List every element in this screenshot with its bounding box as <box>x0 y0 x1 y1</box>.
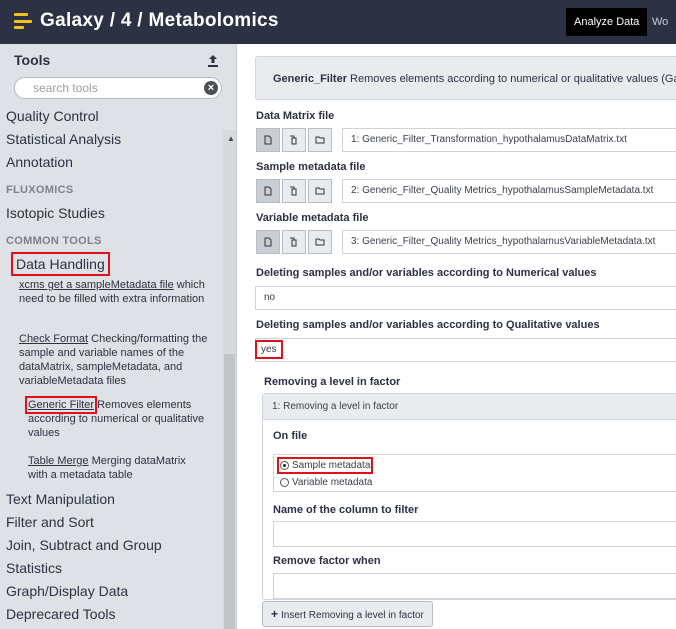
section-data-handling[interactable]: Data Handling <box>11 252 110 276</box>
multiple-datasets-button[interactable] <box>282 128 306 152</box>
tool-item[interactable]: Table Merge Merging dataMatrix with a me… <box>28 454 208 482</box>
multiple-datasets-button[interactable] <box>282 179 306 203</box>
files-icon <box>290 135 297 145</box>
insert-repeat-label: Insert Removing a level in factor <box>281 610 424 621</box>
tool-search[interactable]: × <box>14 77 222 99</box>
single-dataset-button[interactable] <box>256 128 280 152</box>
data-matrix-select[interactable]: 1: Generic_Filter_Transformation_hypotha… <box>342 128 676 152</box>
sample-metadata-label: Sample metadata file <box>256 161 366 173</box>
section-statistical-analysis[interactable]: Statistical Analysis <box>6 131 121 147</box>
tool-link[interactable]: Table Merge <box>28 455 89 467</box>
insert-repeat-button[interactable]: + Insert Removing a level in factor <box>262 601 433 627</box>
repeat-block: 1: Removing a level in factor On file Sa… <box>262 393 676 600</box>
numerical-filter-select[interactable]: no <box>255 286 676 310</box>
file-icon <box>264 186 272 196</box>
on-file-label: On file <box>273 430 308 442</box>
collection-button[interactable] <box>308 179 332 203</box>
tool-link[interactable]: Generic Filter <box>24 396 98 414</box>
data-matrix-label: Data Matrix file <box>256 110 335 122</box>
section-annotation[interactable]: Annotation <box>6 154 73 170</box>
variable-metadata-select[interactable]: 3: Generic_Filter_Quality Metrics_hypoth… <box>342 230 676 254</box>
column-filter-label: Name of the column to filter <box>273 504 419 516</box>
galaxy-logo-icon <box>14 13 32 29</box>
remove-factor-label: Remove factor when <box>273 555 381 567</box>
folder-icon <box>315 238 325 246</box>
tool-header-description: Removes elements according to numerical … <box>350 73 676 85</box>
brand-title: Galaxy / 4 / Metabolomics <box>40 10 279 31</box>
masthead: Galaxy / 4 / Metabolomics Analyze Data W… <box>0 0 676 44</box>
nav-workflow[interactable]: Wo <box>652 8 668 36</box>
tool-panel-title: Tools <box>14 52 51 68</box>
tool-panel: Tools × Quality Control Statistical Anal… <box>0 44 237 629</box>
column-filter-input[interactable] <box>273 521 676 547</box>
tool-name: Generic_Filter <box>273 73 347 85</box>
file-icon <box>264 135 272 145</box>
search-input[interactable] <box>15 78 195 98</box>
collection-button[interactable] <box>308 128 332 152</box>
multiple-datasets-button[interactable] <box>282 230 306 254</box>
radio-variable-metadata[interactable]: Variable metadata <box>280 477 372 488</box>
sample-metadata-field: 2: Generic_Filter_Quality Metrics_hypoth… <box>256 179 676 203</box>
radio-selected-icon <box>280 461 289 470</box>
radio-sample-label: Sample metadata <box>292 460 371 471</box>
variable-metadata-label: Variable metadata file <box>256 212 369 224</box>
tool-form: Generic_Filter Removes elements accordin… <box>237 44 676 629</box>
data-matrix-field: 1: Generic_Filter_Transformation_hypotha… <box>256 128 676 152</box>
section-filter-sort[interactable]: Filter and Sort <box>6 514 94 530</box>
qualitative-filter-label: Deleting samples and/or variables accord… <box>256 319 600 331</box>
section-text-manipulation[interactable]: Text Manipulation <box>6 491 115 507</box>
qualitative-filter-select[interactable]: yes <box>255 338 676 362</box>
radio-variable-label: Variable metadata <box>292 477 373 488</box>
folder-icon <box>315 187 325 195</box>
remove-factor-input[interactable] <box>273 573 676 599</box>
files-icon <box>290 186 297 196</box>
repeat-item-header[interactable]: 1: Removing a level in factor <box>263 394 676 420</box>
tool-link[interactable]: xcms get a sampleMetadata file <box>19 279 174 291</box>
repeat-section-title: Removing a level in factor <box>264 376 401 388</box>
on-file-radio-group: Sample metadata Variable metadata <box>273 454 676 492</box>
section-quality-control[interactable]: Quality Control <box>6 108 99 124</box>
label-fluxomics: FLUXOMICS <box>6 184 74 196</box>
radio-unselected-icon <box>280 478 289 487</box>
tool-link[interactable]: Check Format <box>19 333 88 345</box>
file-icon <box>264 237 272 247</box>
section-deprecared-tools[interactable]: Deprecared Tools <box>6 606 115 622</box>
section-join-subtract[interactable]: Join, Subtract and Group <box>6 537 162 553</box>
qualitative-filter-value: yes <box>255 340 283 359</box>
section-statistics[interactable]: Statistics <box>6 560 62 576</box>
brand[interactable]: Galaxy / 4 / Metabolomics <box>14 10 279 32</box>
single-dataset-button[interactable] <box>256 230 280 254</box>
plus-icon: + <box>271 607 279 621</box>
section-graph-display[interactable]: Graph/Display Data <box>6 583 128 599</box>
numerical-filter-label: Deleting samples and/or variables accord… <box>256 267 597 279</box>
folder-icon <box>315 136 325 144</box>
scrollbar-thumb[interactable] <box>224 354 235 629</box>
nav-analyze-data[interactable]: Analyze Data <box>566 8 648 36</box>
single-dataset-button[interactable] <box>256 179 280 203</box>
upload-icon[interactable] <box>206 54 220 68</box>
collection-button[interactable] <box>308 230 332 254</box>
tool-item[interactable]: Check Format Checking/formatting the sam… <box>19 332 219 388</box>
tool-header: Generic_Filter Removes elements accordin… <box>255 56 676 100</box>
files-icon <box>290 237 297 247</box>
tool-item[interactable]: Generic Filter Removes elements accordin… <box>24 396 220 440</box>
label-common-tools: COMMON TOOLS <box>6 235 102 247</box>
section-isotopic-studies[interactable]: Isotopic Studies <box>6 205 105 221</box>
variable-metadata-field: 3: Generic_Filter_Quality Metrics_hypoth… <box>256 230 676 254</box>
clear-search-icon[interactable]: × <box>204 81 218 95</box>
sample-metadata-select[interactable]: 2: Generic_Filter_Quality Metrics_hypoth… <box>342 179 676 203</box>
tool-item[interactable]: xcms get a sampleMetadata file which nee… <box>19 278 219 306</box>
radio-sample-metadata[interactable]: Sample metadata <box>276 457 374 474</box>
scroll-up-icon[interactable]: ▲ <box>227 134 235 143</box>
